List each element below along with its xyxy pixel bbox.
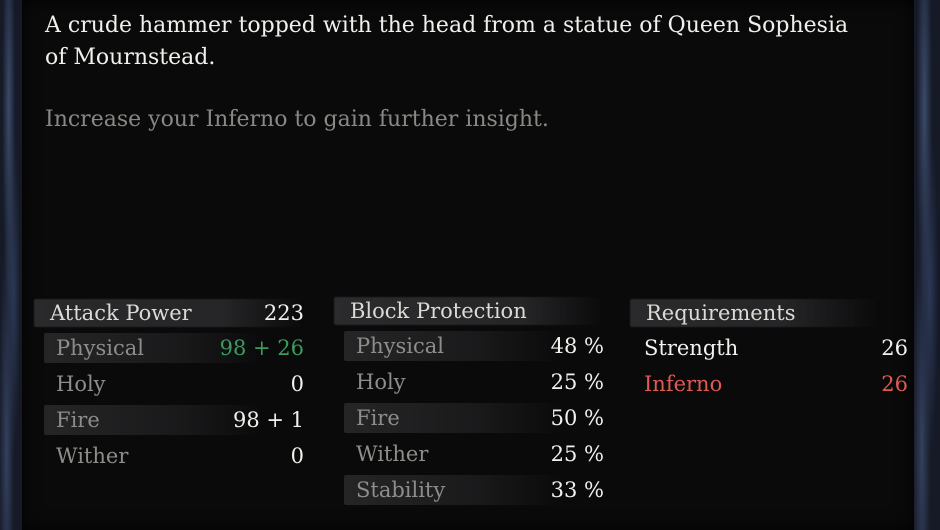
requirement-value: 26 xyxy=(881,336,908,360)
attack-value: 0 xyxy=(290,372,304,396)
attack-value: 98 + 1 xyxy=(232,408,304,432)
block-value: 50 % xyxy=(550,406,604,430)
attack-row-fire: Fire 98 + 1 xyxy=(34,402,304,438)
block-value: 33 % xyxy=(550,478,604,502)
attack-power-title: Attack Power xyxy=(50,301,192,325)
attack-row-physical: Physical 98 + 26 xyxy=(34,330,304,366)
insight-hint: Increase your Inferno to gain further in… xyxy=(45,107,549,132)
block-label: Holy xyxy=(356,370,406,394)
block-protection-header: Block Protection xyxy=(334,294,604,328)
block-row-stability: Stability 33 % xyxy=(334,472,604,508)
background-left xyxy=(0,0,22,530)
attack-power-header: Attack Power 223 xyxy=(34,296,304,330)
attack-row-holy: Holy 0 xyxy=(34,366,304,402)
block-label: Physical xyxy=(356,334,445,358)
block-row-wither: Wither 25 % xyxy=(334,436,604,472)
block-label: Fire xyxy=(356,406,400,430)
requirement-row-inferno: Inferno 26 xyxy=(630,366,908,402)
block-value: 25 % xyxy=(550,442,604,466)
block-row-physical: Physical 48 % xyxy=(334,328,604,364)
attack-value: 98 + 26 xyxy=(219,336,304,360)
block-protection-section: Block Protection Physical 48 % Holy 25 %… xyxy=(334,294,604,508)
requirement-value: 26 xyxy=(881,372,908,396)
requirement-row-strength: Strength 26 xyxy=(630,330,908,366)
attack-row-wither: Wither 0 xyxy=(34,438,304,474)
attack-power-total: 223 xyxy=(263,301,304,325)
attack-label: Physical xyxy=(56,336,145,360)
block-value: 48 % xyxy=(550,334,604,358)
requirement-label: Strength xyxy=(644,336,739,360)
item-description: A crude hammer topped with the head from… xyxy=(45,13,849,70)
attack-label: Fire xyxy=(56,408,100,432)
background-right xyxy=(914,0,940,530)
attack-label: Wither xyxy=(56,444,129,468)
block-label: Wither xyxy=(356,442,429,466)
item-info-panel: A crude hammer topped with the head from… xyxy=(22,0,914,530)
attack-label: Holy xyxy=(56,372,106,396)
block-row-holy: Holy 25 % xyxy=(334,364,604,400)
block-label: Stability xyxy=(356,478,446,502)
block-value: 25 % xyxy=(550,370,604,394)
requirement-label: Inferno xyxy=(644,372,723,396)
attack-value: 0 xyxy=(290,444,304,468)
requirements-section: Requirements Strength 26 Inferno 26 xyxy=(630,296,908,402)
requirements-header: Requirements xyxy=(630,296,908,330)
requirements-title: Requirements xyxy=(646,301,796,325)
block-row-fire: Fire 50 % xyxy=(334,400,604,436)
attack-power-section: Attack Power 223 Physical 98 + 26 Holy 0… xyxy=(34,296,304,474)
block-protection-title: Block Protection xyxy=(350,299,527,323)
